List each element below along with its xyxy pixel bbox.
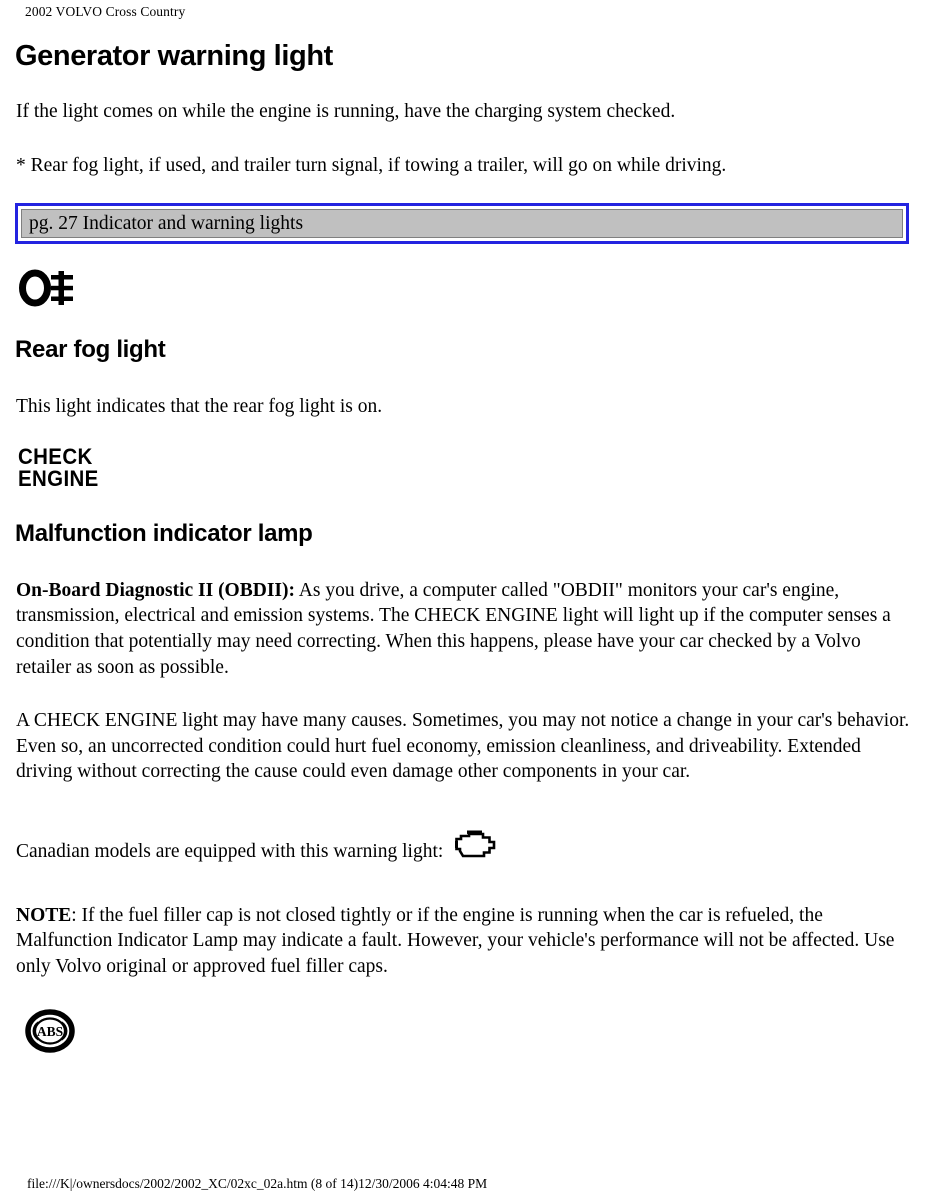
page-footer-path: file:///K|/ownersdocs/2002/2002_XC/02xc_… [27, 1176, 488, 1191]
running-header: 2002 VOLVO Cross Country [25, 4, 186, 19]
abs-icon-row: ABS [14, 1009, 913, 1054]
note-label: NOTE [16, 904, 72, 926]
page-title-generator-warning-light: Generator warning light [15, 40, 333, 72]
check-engine-causes-paragraph: A CHECK ENGINE light may have many cause… [16, 710, 910, 783]
abs-icon-text: ABS [37, 1024, 63, 1039]
cross-reference-link-box[interactable]: pg. 27 Indicator and warning lights [15, 203, 909, 245]
check-engine-icon-line-2: ENGINE [18, 465, 99, 491]
obdii-lead-in: On-Board Diagnostic II (OBDII): [16, 579, 295, 601]
canadian-models-text: Canadian models are equipped with this w… [16, 840, 444, 862]
check-engine-icon-line-1: CHECK [18, 443, 93, 469]
cross-reference-link-inner[interactable]: pg. 27 Indicator and warning lights [21, 209, 903, 239]
generator-warning-paragraph: If the light comes on while the engine i… [16, 101, 676, 122]
note-paragraph: NOTE: If the fuel filler cap is not clos… [14, 903, 913, 980]
cross-reference-link-label: pg. 27 Indicator and warning lights [29, 212, 304, 234]
abs-warning-icon: ABS [25, 1009, 75, 1054]
rear-fog-paragraph: This light indicates that the rear fog l… [16, 396, 383, 418]
heading-rear-fog-light: Rear fog light [15, 336, 166, 364]
rear-fog-light-icon [19, 269, 73, 307]
note-text: : If the fuel filler cap is not closed t… [16, 904, 895, 977]
document-page: 2002 VOLVO Cross Country Generator warni… [0, 0, 927, 1200]
canadian-models-paragraph: Canadian models are equipped with this w… [14, 825, 913, 873]
obdii-paragraph: On-Board Diagnostic II (OBDII): As you d… [14, 578, 913, 680]
rear-fog-light-icon-row [14, 266, 913, 310]
check-engine-text-icon: CHECK ENGINE [18, 443, 913, 491]
engine-block-icon [451, 825, 499, 873]
rear-fog-footnote: * Rear fog light, if used, and trailer t… [16, 154, 727, 176]
heading-malfunction-indicator-lamp: Malfunction indicator lamp [15, 519, 313, 547]
